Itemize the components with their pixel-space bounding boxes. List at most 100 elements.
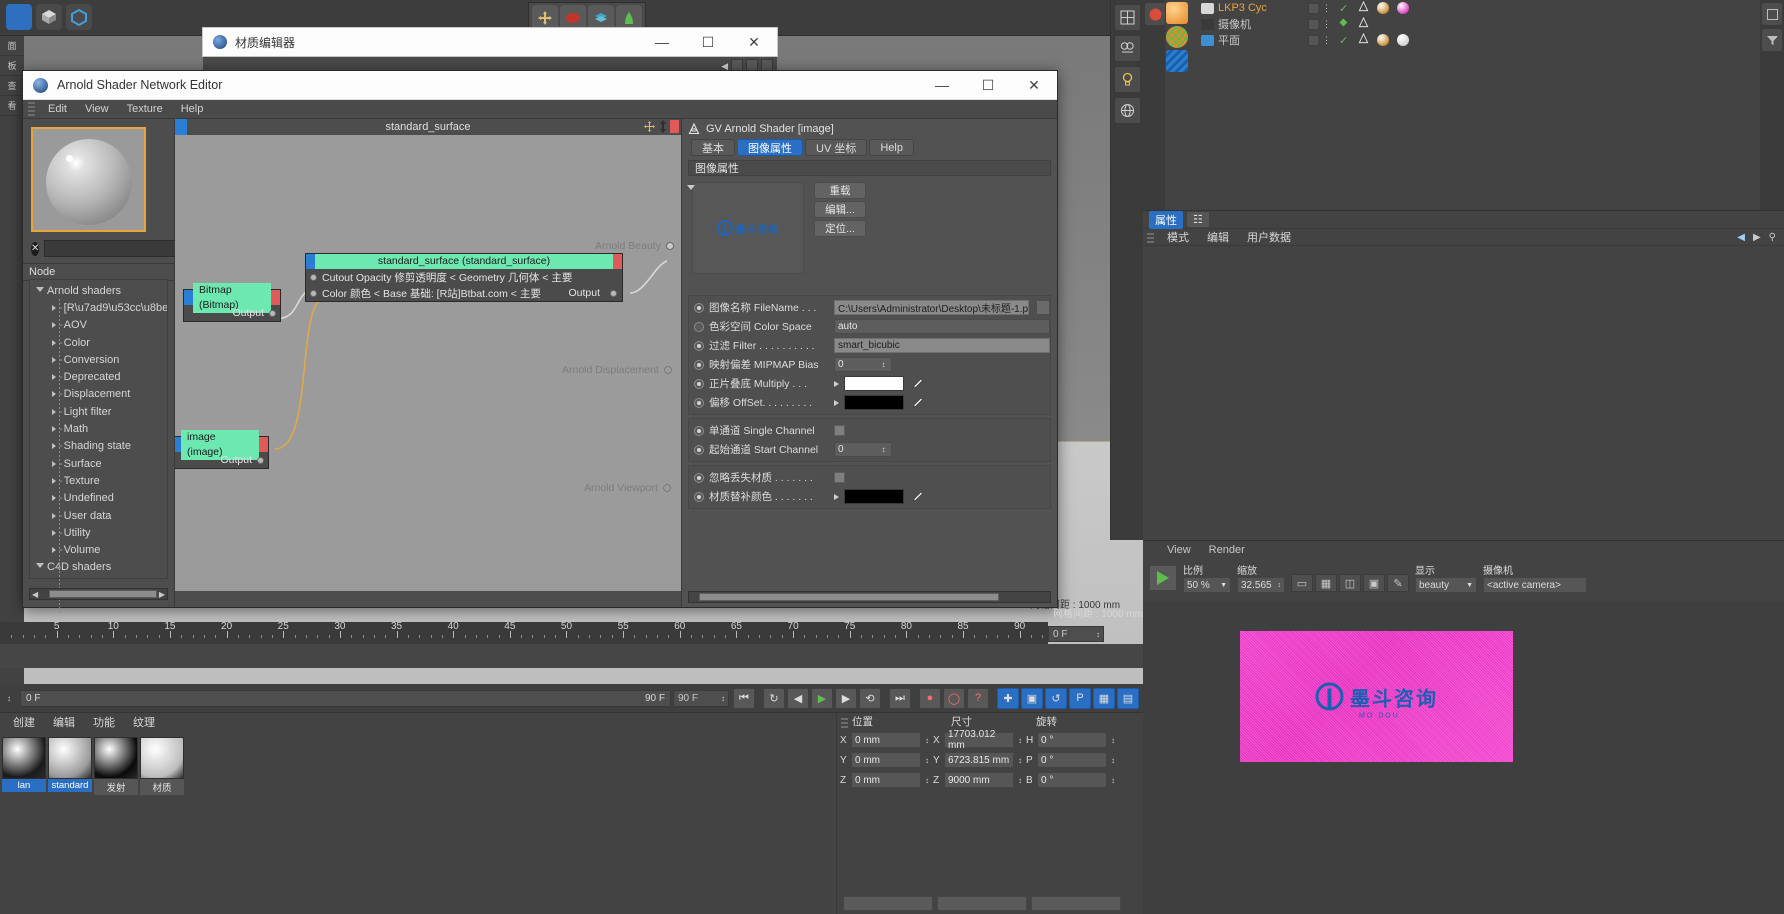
coordinate-spinner-icon[interactable]: ↕ — [1016, 736, 1024, 745]
eyedropper-icon[interactable] — [909, 395, 925, 410]
tree-collapse-icon[interactable] — [52, 322, 56, 329]
light-icon[interactable] — [1113, 66, 1141, 93]
key-scale-button[interactable]: ▣ — [1021, 687, 1043, 709]
material-preview-thumb[interactable] — [48, 737, 92, 779]
shader-editor-window-controls[interactable]: — ☐ ✕ — [919, 71, 1057, 99]
display-select[interactable]: beauty ▼ — [1415, 577, 1477, 593]
clear-search-icon[interactable]: ✕ — [31, 241, 40, 256]
property-toggle-icon[interactable] — [694, 472, 704, 483]
left-palette-item-1[interactable]: 面 — [0, 36, 24, 56]
tree-expand-icon[interactable] — [36, 286, 44, 295]
camera-target-icon[interactable]: ⯁ — [1339, 18, 1348, 31]
node-standard-surface-title-row[interactable]: standard_surface (standard_surface) — [306, 254, 622, 269]
material-editor-window-controls[interactable]: — ☐ ✕ — [639, 28, 777, 56]
reload-button[interactable]: 重载 — [814, 182, 866, 199]
step-back-button[interactable]: ◀ — [787, 687, 809, 709]
tree-collapse-icon[interactable] — [52, 374, 56, 381]
coordinate-value-field[interactable]: 0 ° — [1037, 732, 1107, 748]
input-port-dot[interactable] — [310, 273, 317, 281]
viewer-icon-group[interactable]: ▭ ▦ ◫ ▣ ✎ — [1291, 574, 1409, 593]
material-preview-wrap[interactable] — [23, 119, 174, 240]
menu-edit[interactable]: Edit — [39, 101, 76, 117]
node-output-cap[interactable] — [271, 290, 280, 305]
arnold-tag-icon[interactable] — [1358, 16, 1369, 31]
spinner-icon[interactable]: ↕ — [879, 445, 888, 454]
nav-back-icon[interactable]: ◀ — [1737, 232, 1745, 243]
node-standard-surface[interactable]: standard_surface (standard_surface) Cuto… — [305, 253, 623, 302]
attribute-tab[interactable]: ☷ — [1187, 212, 1209, 227]
attributes-tab-UV 坐标[interactable]: UV 坐标 — [805, 139, 868, 156]
tree-collapse-icon[interactable] — [52, 408, 56, 415]
node-image-title-row[interactable]: image (image) — [175, 429, 268, 460]
material-chip[interactable]: standard — [48, 737, 92, 795]
property-spin-field[interactable]: 0 ↕ — [834, 357, 892, 372]
input-port-dot[interactable] — [310, 289, 317, 297]
node-input-cap[interactable] — [184, 290, 193, 305]
terminal-port-dot[interactable] — [662, 484, 671, 492]
locate-button[interactable]: 定位... — [814, 220, 866, 237]
browse-file-icon[interactable] — [1036, 300, 1050, 315]
material-preview-thumb[interactable] — [2, 737, 46, 779]
material-chip[interactable]: 材质 — [140, 737, 184, 795]
color-expand-icon[interactable] — [834, 380, 839, 387]
material-menu-创建[interactable]: 创建 — [4, 713, 44, 731]
left-palette-item-3[interactable]: 查 — [0, 76, 24, 96]
property-toggle-icon[interactable] — [694, 378, 704, 389]
property-value-field[interactable]: C:\Users\Administrator\Desktop\未标题-1.png — [834, 300, 1029, 315]
node-tree-item[interactable]: - User data — [30, 507, 167, 524]
node-tree-hscrollbar[interactable]: ◀ ▶ — [29, 588, 168, 600]
attributes-tab-Help[interactable]: Help — [869, 139, 914, 156]
transport-group-1[interactable]: ⏮ — [733, 687, 755, 709]
coordinate-value-field[interactable]: 0 ° — [1037, 752, 1107, 768]
chevron-down-icon[interactable]: ▼ — [1466, 582, 1473, 589]
zoom-field[interactable]: 32.565 ↕ — [1237, 577, 1285, 593]
node-bitmap-title-row[interactable]: Bitmap (Bitmap) — [184, 282, 280, 313]
tree-collapse-icon[interactable] — [52, 529, 56, 536]
property-value-field[interactable]: smart_bicubic — [834, 338, 1050, 353]
menu-help[interactable]: Help — [172, 101, 213, 117]
visibility-editor-toggle[interactable] — [1308, 2, 1319, 14]
camera-control[interactable]: 摄像机 <active camera> — [1483, 562, 1587, 593]
node-bitmap[interactable]: Bitmap (Bitmap) Output — [183, 282, 281, 322]
property-row[interactable]: 图像名称 FileName . . . C:\Users\Administrato… — [689, 298, 1050, 317]
color-swatch[interactable] — [844, 376, 904, 391]
node-input-cap[interactable] — [306, 254, 315, 269]
tree-collapse-icon[interactable] — [52, 443, 56, 450]
coordinate-spinner-icon[interactable]: ↕ — [1016, 756, 1024, 765]
viewer-fit-icon[interactable]: ▭ — [1291, 574, 1313, 592]
node-tree-item[interactable]: - Deprecated — [30, 368, 167, 385]
cube-icon[interactable] — [36, 4, 62, 30]
property-row[interactable]: 映射偏差 MIPMAP Bias 0 ↕ — [689, 355, 1050, 374]
animation-toolbar[interactable]: ↕ 0 F 90 F 90 F ↕ ⏮ ↻ ◀ ▶ ▶ ⟲ ⏭ ● ◯ ? ✚ — [0, 684, 1143, 712]
node-tree-item[interactable]: - Color — [30, 334, 167, 351]
eyedropper-icon[interactable] — [909, 489, 925, 504]
property-toggle-icon[interactable] — [694, 302, 704, 313]
coordinates-space-button[interactable] — [937, 896, 1027, 911]
node-tree-item[interactable]: - Volume — [30, 541, 167, 558]
tree-collapse-icon[interactable] — [52, 304, 56, 311]
camera-icon[interactable] — [1201, 18, 1214, 30]
object-icon[interactable] — [1201, 2, 1214, 14]
zoom-spinner-icon[interactable]: ↕ — [1278, 582, 1282, 589]
chevron-down-icon[interactable]: ▼ — [1220, 582, 1227, 589]
tree-collapse-icon[interactable] — [52, 495, 56, 502]
output-port-dot[interactable] — [269, 309, 276, 317]
plane-icon[interactable] — [1201, 34, 1214, 46]
scroll-right-icon[interactable]: ▶ — [157, 590, 167, 599]
property-toggle-icon[interactable] — [694, 397, 704, 408]
material-preview-thumb[interactable] — [94, 737, 138, 779]
object-manager-left-icons[interactable] — [1143, 0, 1166, 210]
color-expand-icon[interactable] — [834, 399, 839, 406]
property-toggle-icon[interactable] — [694, 491, 704, 502]
minimize-button[interactable]: — — [639, 28, 685, 56]
maximize-button[interactable]: ☐ — [685, 28, 731, 56]
coordinate-row[interactable]: X0 mm ↕ X 17703.012 mm ↕ H 0 ° ↕ — [837, 729, 1143, 751]
material-menu-纹理[interactable]: 纹理 — [124, 713, 164, 731]
attribute-tab[interactable]: 属性 — [1149, 210, 1183, 229]
object-manager[interactable]: LKP3 Cyc ⋮ ✓ 摄像机 ⋮ ⯁ 平面 ⋮ ✓ — [1143, 0, 1784, 210]
close-button[interactable]: ✕ — [1011, 71, 1057, 99]
node-tree-item[interactable]: - Conversion — [30, 351, 167, 368]
timeline-track-area[interactable] — [0, 644, 1143, 668]
key-all-button[interactable]: ▤ — [1117, 687, 1139, 709]
node-tree[interactable]: Arnold shaders - [R\u7ad9\u53cc\u8bed - AOV -… — [29, 279, 168, 579]
